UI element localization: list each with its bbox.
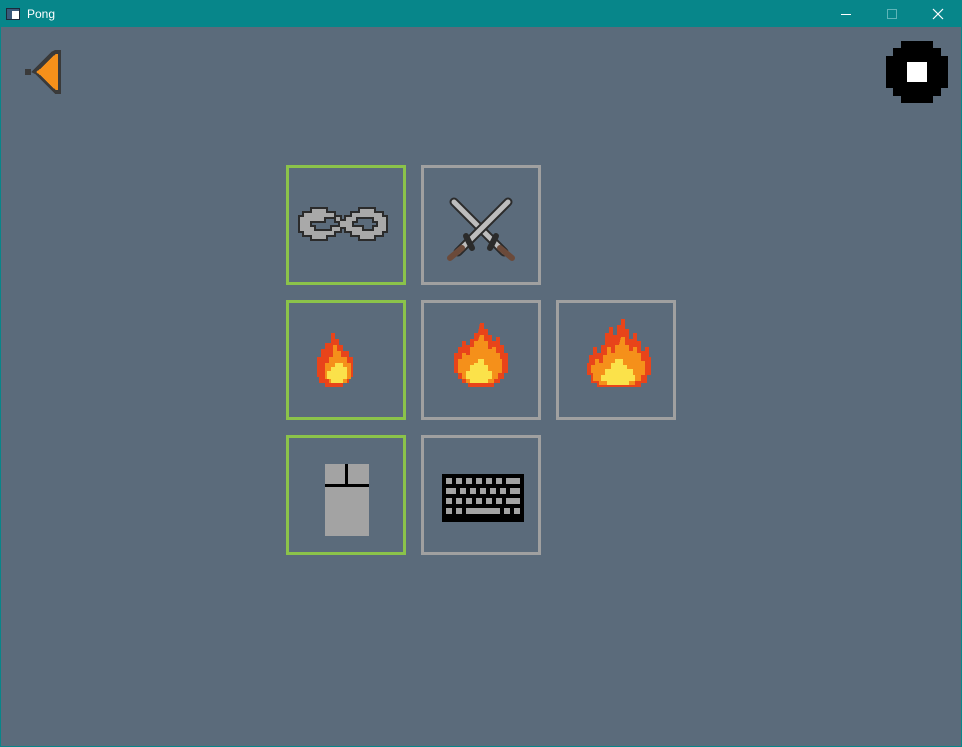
- window-app-icon: [6, 8, 20, 20]
- infinity-icon: [298, 207, 388, 241]
- close-icon: [932, 8, 944, 20]
- maximize-button[interactable]: [869, 1, 915, 27]
- game-window: Pong: [0, 0, 962, 747]
- speed-fast-tile[interactable]: [556, 300, 676, 420]
- control-keyboard-tile[interactable]: [421, 435, 541, 555]
- speed-medium-tile[interactable]: [421, 300, 541, 420]
- control-mouse-tile[interactable]: [286, 435, 406, 555]
- close-button[interactable]: [915, 1, 961, 27]
- medium-flame-icon: [454, 323, 508, 387]
- small-flame-icon: [317, 333, 353, 387]
- window-title: Pong: [27, 7, 56, 21]
- back-arrow-icon: [25, 50, 61, 94]
- maximize-icon: [887, 9, 897, 19]
- mouse-icon: [325, 464, 369, 536]
- stop-icon: [886, 41, 948, 103]
- mode-infinite-tile[interactable]: [286, 165, 406, 285]
- keyboard-icon: [442, 474, 524, 522]
- minimize-icon: [841, 14, 851, 15]
- stop-button[interactable]: [886, 41, 948, 103]
- crossed-swords-icon: [447, 197, 515, 261]
- title-bar: Pong: [1, 1, 961, 27]
- large-flame-icon: [587, 319, 651, 387]
- speed-slow-tile[interactable]: [286, 300, 406, 420]
- back-button[interactable]: [25, 50, 61, 94]
- mode-versus-tile[interactable]: [421, 165, 541, 285]
- minimize-button[interactable]: [823, 1, 869, 27]
